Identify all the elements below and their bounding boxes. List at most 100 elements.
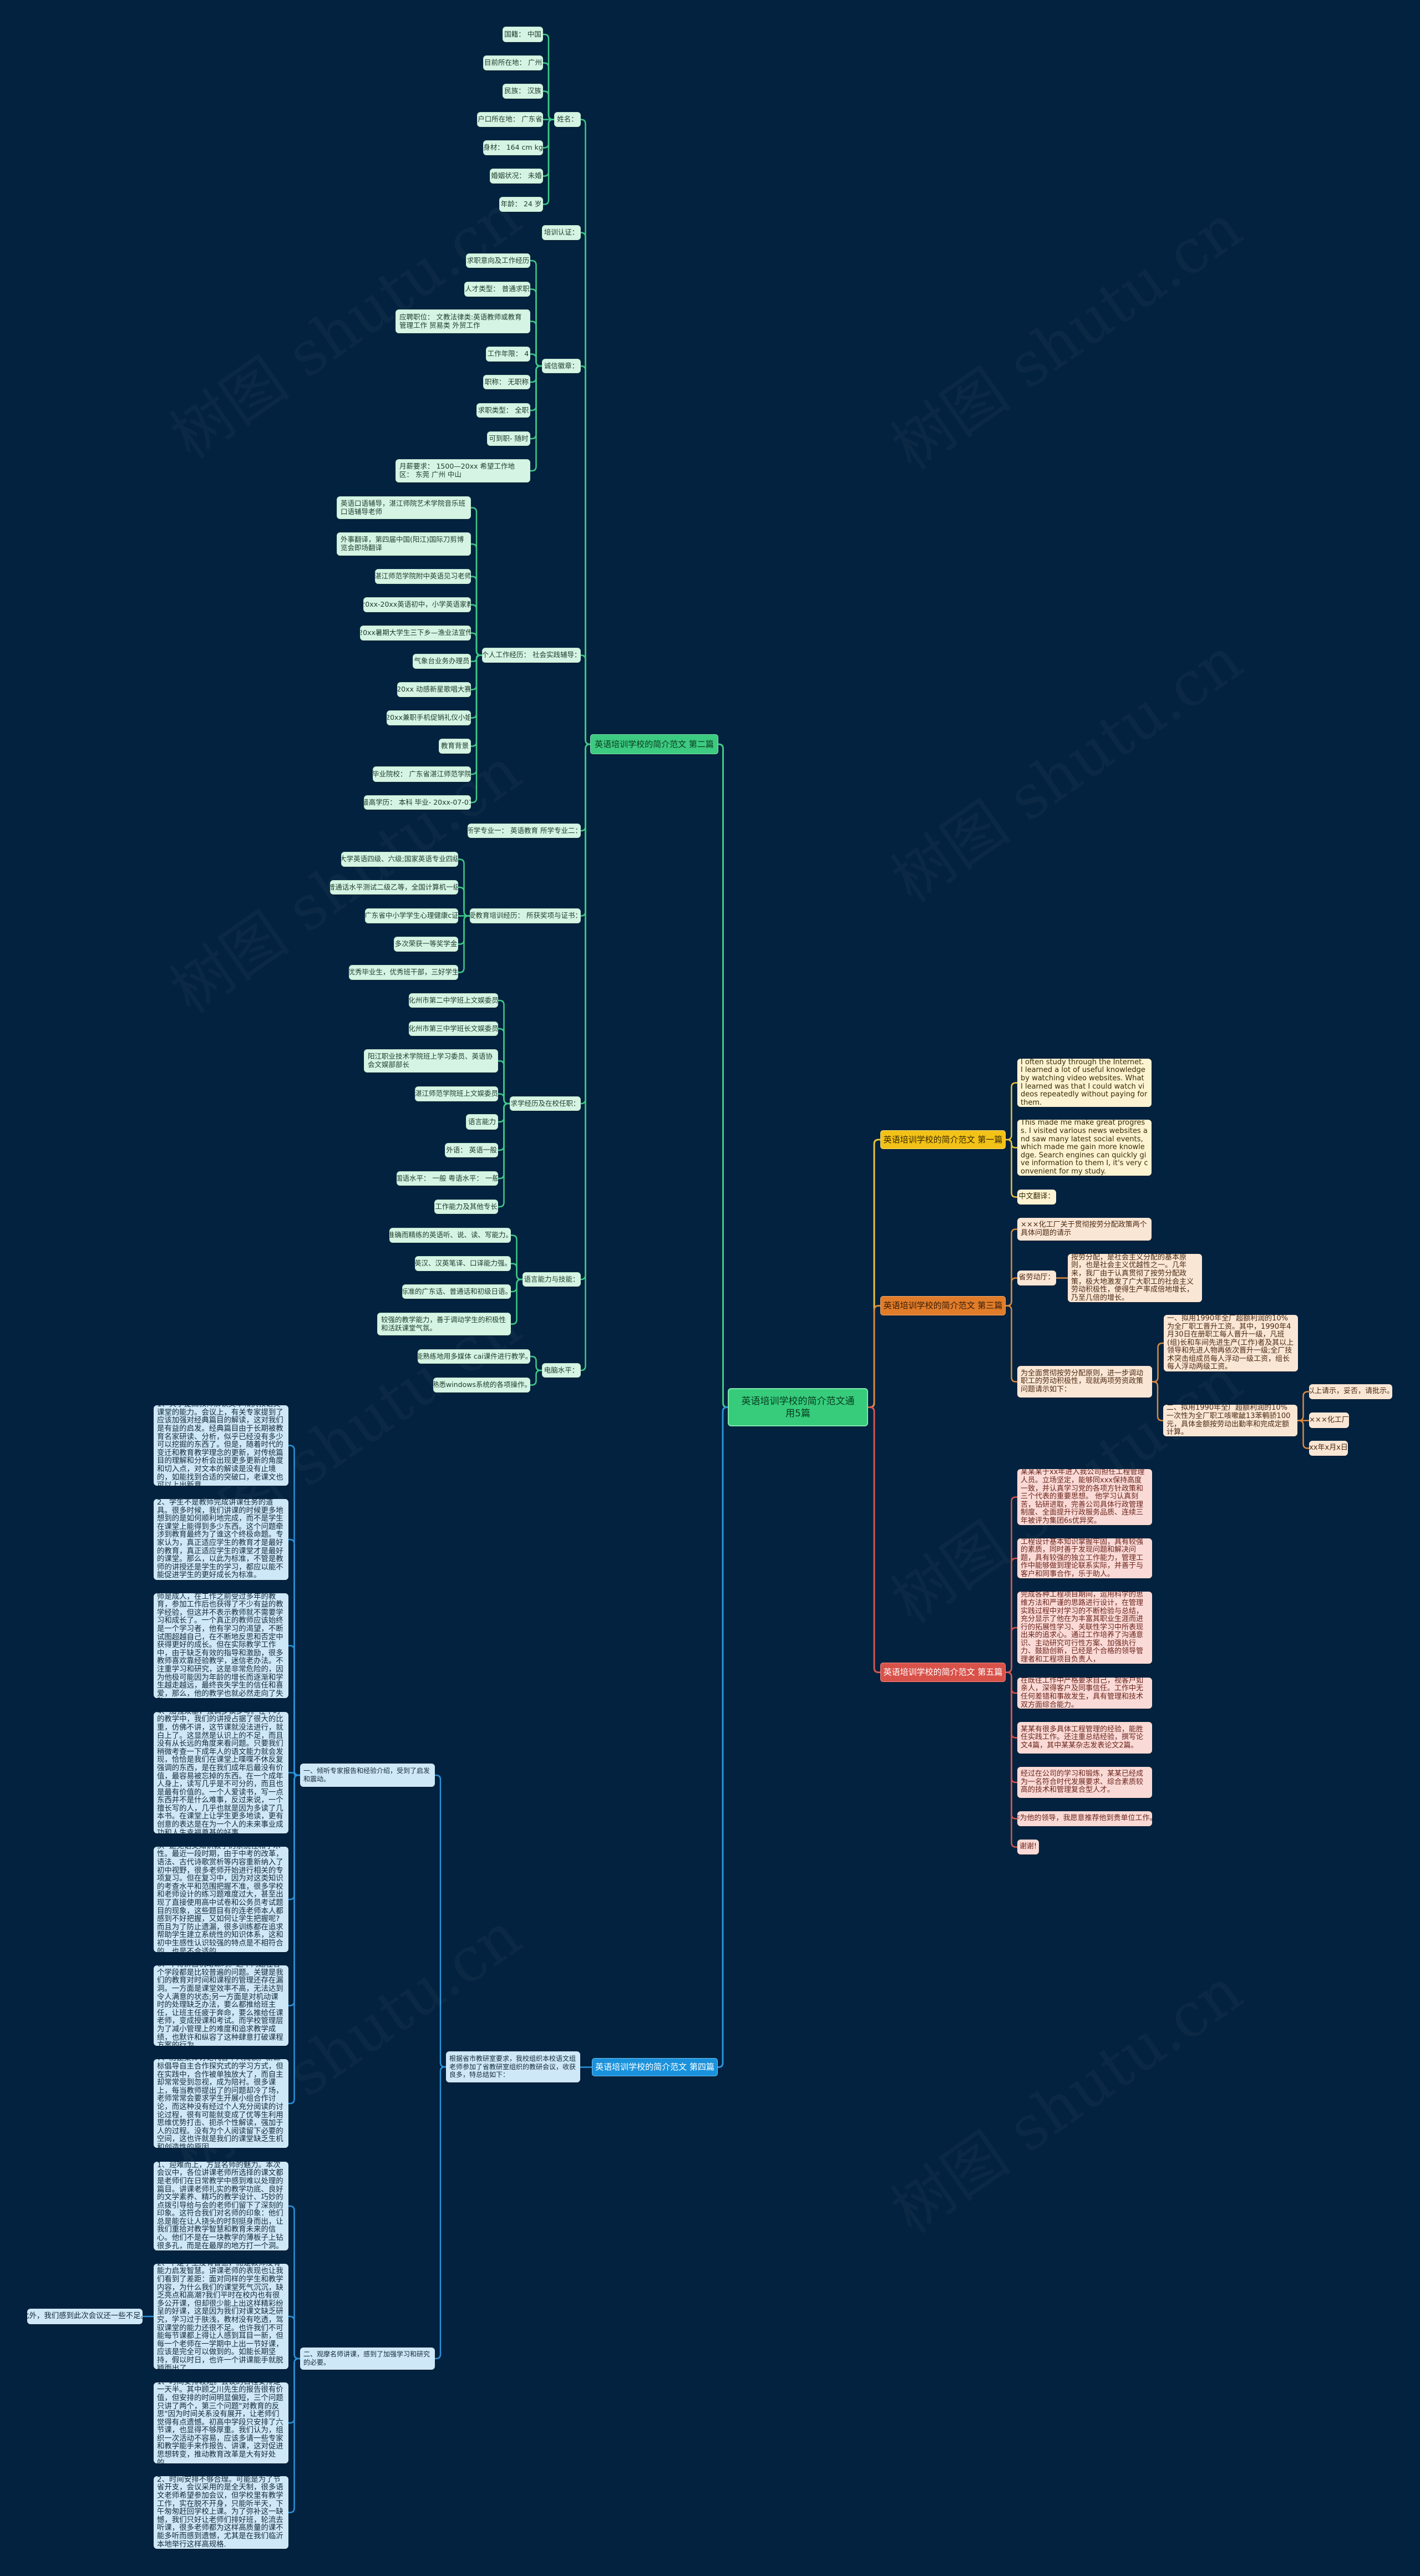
- connector-line: [1005, 1277, 1018, 1307]
- connector-line: [529, 1369, 543, 1386]
- connector-line: [470, 543, 483, 656]
- connector-line: [717, 1406, 729, 2068]
- connector-line: [1151, 1381, 1164, 1421]
- connector-line: [867, 1139, 881, 1408]
- connector-line: [497, 999, 511, 1105]
- topic-node: ×××化工厂关于贯彻按劳分配政策两个具体问题的请示: [1017, 1218, 1152, 1241]
- watermark: 树图 shutu.cn: [871, 1943, 1256, 2250]
- connector-line: [580, 743, 591, 1371]
- connector-line: [1005, 1139, 1018, 1149]
- topic-node: 熟悉windows系统的各项操作。: [433, 1378, 530, 1393]
- topic-node: 诚信徽章：: [542, 359, 581, 373]
- connector-line: [529, 365, 543, 383]
- topic-node: 1、关于提高教师解读文本和执教语文课堂的能力。会议上，有关专家提到了应该加强对经…: [154, 1405, 288, 1486]
- topic-node: 国语水平： 一般 粤语水平： 一般: [397, 1171, 498, 1186]
- connector-line: [529, 288, 543, 367]
- connector-line: [580, 232, 591, 745]
- topic-node: 培训认证：: [542, 225, 581, 240]
- topic-node: 20xx 动感新星歌唱大赛: [397, 682, 471, 697]
- watermark: 树图 shutu.cn: [150, 723, 535, 1030]
- topic-node: 6、不得挤占机动课时。这个问题在各个学段都是比较普遍的问题。关键是我们的教育对时…: [154, 1965, 288, 2046]
- connector-line: [287, 2315, 301, 2360]
- topic-node: 3、让中青年教师重视自身的成长。教师是成人，在工作之前受过多年的教育，参加工作后…: [154, 1593, 288, 1698]
- topic-node: 按劳分配，是社会主义分配的基本原则，也是社会主义优越性之一。几年来，我厂由于认真…: [1068, 1254, 1202, 1302]
- topic-node: 教育背景: [439, 739, 471, 754]
- topic-node: I often study through the Internet. I le…: [1017, 1059, 1152, 1107]
- connector-line: [867, 1406, 881, 1673]
- topic-node: 多次荣获一等奖学金: [394, 937, 458, 952]
- connector-line: [580, 743, 591, 917]
- branch-node-5: 英语培训学校的简介范文 第五篇: [880, 1663, 1006, 1682]
- topic-node: 经过在公司的学习和锻炼，某某已经成为一名符合时代发展要求、综合素质较高的技术和管…: [1017, 1767, 1152, 1798]
- topic-node: 4、加强双基，强调多读多写。在平时的教学中，我们的讲授占据了很大的比重，仿佛不讲…: [154, 1712, 288, 1833]
- connector-line: [1005, 1671, 1018, 1739]
- topic-node: 2、学生不是教师完成讲课任务的道具。很多时候，我们讲课的时候更多地想到的是如何顺…: [154, 1499, 288, 1580]
- connector-line: [1005, 1496, 1018, 1673]
- topic-node: 最高学历： 本科 毕业- 20xx-07-01: [364, 795, 471, 810]
- connector-line: [510, 1234, 524, 1281]
- connector-line: [529, 353, 543, 367]
- connector-line: [470, 654, 483, 690]
- topic-node: 身材： 164 cm kg: [483, 140, 543, 155]
- connector-line: [470, 507, 483, 656]
- topic-node: ×××化工厂: [1309, 1413, 1349, 1428]
- connector-line: [287, 1445, 301, 1776]
- connector-line: [287, 1645, 301, 1776]
- topic-node: 5、避免语文知识教学的系统性和学术性。最近一段时期，由于中考的改革，语法、古代诗…: [154, 1847, 288, 1952]
- topic-node: 受教育培训经历： 所获奖项与证书：: [470, 908, 581, 923]
- connector-line: [434, 2066, 447, 2360]
- branch-node-3: 英语培训学校的简介范文 第三篇: [880, 1296, 1006, 1315]
- connector-line: [1005, 1228, 1018, 1307]
- connector-line: [1005, 1082, 1018, 1141]
- topic-node: 语言能力: [466, 1114, 498, 1130]
- topic-node: 以上请示，妥否，请批示。: [1309, 1384, 1392, 1399]
- connector-line: [457, 915, 471, 973]
- topic-node: 英汉、汉英笔译、口译能力强。: [415, 1256, 511, 1271]
- connector-line: [470, 654, 483, 747]
- topic-node: 所学专业一： 英语教育 所学专业二：: [468, 824, 581, 838]
- connector-line: [287, 1774, 301, 2006]
- connector-line: [542, 119, 555, 149]
- topic-node: 毕业院校： 广东省湛江师范学院: [373, 766, 471, 782]
- connector-line: [542, 119, 555, 205]
- topic-node: 为全面贯彻按劳分配原则，进一步调动职工的劳动积极性，现就两项劳资政策问题请示如下…: [1017, 1366, 1152, 1398]
- topic-node: 谢谢!: [1017, 1840, 1039, 1854]
- connector-line: [287, 1774, 301, 1901]
- connector-line: [470, 654, 483, 719]
- connector-line: [1005, 1671, 1018, 1820]
- connector-line: [457, 858, 471, 917]
- connector-line: [470, 576, 483, 656]
- connector-line: [287, 2205, 301, 2360]
- topic-node: 标准的广东话、普通话和初级日语。: [402, 1284, 511, 1299]
- connector-line: [457, 915, 471, 945]
- connector-line: [542, 119, 555, 177]
- connector-line: [510, 1278, 524, 1293]
- connector-line: [542, 33, 555, 120]
- connector-line: [529, 321, 543, 367]
- connector-line: [470, 654, 483, 662]
- topic-node: 化州市第三中学班长文娱委员: [409, 1022, 498, 1036]
- topic-node: 完成各种工程项目期间，运用科学的思维方法和严谨的思路进行设计，在管理实践过程中对…: [1017, 1592, 1152, 1664]
- connector-line: [510, 1278, 524, 1325]
- connector-line: [1005, 1557, 1018, 1673]
- topic-node: 月薪要求： 1500—20xx 希望工作地区： 东莞 广州 中山: [395, 459, 530, 482]
- topic-node: 省劳动厅：: [1017, 1271, 1056, 1286]
- connector-line: [497, 1060, 511, 1105]
- connector-line: [529, 365, 543, 472]
- connector-line: [580, 119, 591, 745]
- topic-node: 1、迎难而上，方显名师的魅力。本次会议中，各位讲课老师所选择的课文都是老师们在日…: [154, 2162, 288, 2250]
- connector-line: [1296, 1391, 1310, 1421]
- topic-node: 求职意向及工作经历: [466, 253, 530, 268]
- topic-node: 较强的教学能力，善于调动学生的积极性和活跃课堂气氛。: [377, 1313, 511, 1335]
- topic-node: 某某有很多具体工程管理的经验，能胜任实践工作。还注重总结经验，撰写论文4篇，其中…: [1017, 1722, 1152, 1754]
- topic-node: 20xx-20xx英语初中，小学英语家教: [363, 597, 471, 612]
- topic-node: 根据省市教研室要求，我校组织本校语文组老师参加了省教研室组织的教研会议，收获良多…: [446, 2051, 580, 2082]
- topic-node: 湛江师范学院附中英语见习老师: [375, 569, 471, 584]
- topic-node: 化州市第二中学班上文娱委员: [409, 993, 498, 1008]
- topic-node: 姓名：: [554, 112, 581, 127]
- topic-node: 某某某于xx年进入我公司担任工程管理人员。立场坚定，能够同xxx保持高度一致，并…: [1017, 1469, 1152, 1525]
- connector-line: [287, 1772, 301, 1776]
- connector-line: [497, 1102, 511, 1208]
- topic-node: 目前所在地： 广州: [483, 55, 543, 70]
- connector-line: [470, 654, 483, 804]
